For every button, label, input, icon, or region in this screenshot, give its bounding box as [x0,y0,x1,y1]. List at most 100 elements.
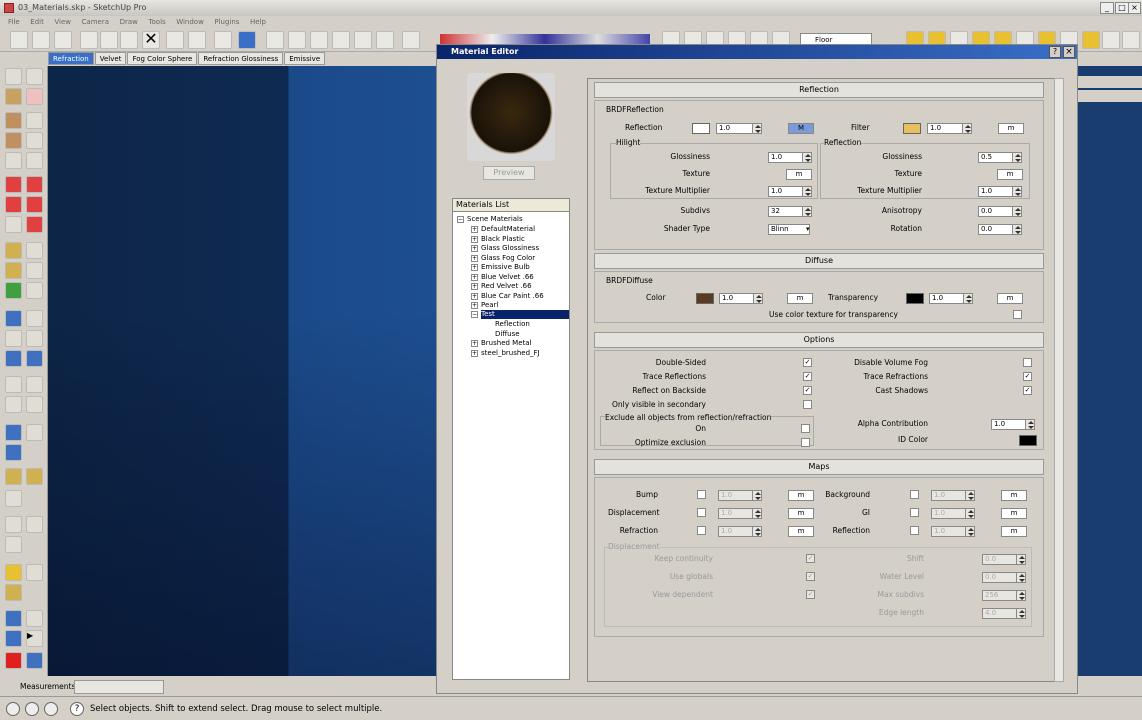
cut-icon[interactable] [80,31,98,49]
component-icon[interactable] [26,68,43,85]
redo-icon[interactable] [188,31,206,49]
look-around-icon[interactable] [26,376,43,393]
new-icon[interactable] [10,31,28,49]
model-info-icon[interactable] [238,31,256,49]
transparency-swatch[interactable] [906,293,924,304]
reflection-multiplier-input[interactable]: 1.0 [978,186,1016,197]
tree-item[interactable]: + Pearl [471,301,498,309]
gi-spinner[interactable] [965,508,975,519]
previous-view-icon[interactable] [5,350,22,367]
tree-item-selected[interactable]: − Test [471,310,495,318]
anisotropy-spinner[interactable] [1012,206,1022,217]
print-icon[interactable] [214,31,232,49]
rectangle-icon[interactable] [5,112,22,129]
menu-window[interactable]: Window [176,16,204,28]
subdivs-spinner[interactable] [802,206,812,217]
edge-length-input[interactable]: 4.0 [982,608,1020,619]
menu-file[interactable]: File [8,16,20,28]
tab-emissive[interactable]: Emissive [284,52,326,65]
help-icon[interactable]: ? [1049,46,1061,58]
left-view-icon[interactable] [376,31,394,49]
hilight-glossiness-input[interactable]: 1.0 [768,152,806,163]
color-input[interactable]: 1.0 [719,293,757,304]
walk-icon[interactable] [5,396,22,413]
erase-icon[interactable]: ✕ [142,31,160,49]
protractor-icon[interactable] [5,262,22,279]
polygon-icon[interactable] [5,152,22,169]
menu-tools[interactable]: Tools [148,16,165,28]
stamp-icon[interactable] [5,490,22,507]
geo-icon[interactable] [6,702,20,716]
shader-type-select[interactable]: Blinn [768,224,810,235]
tree-item[interactable]: + Blue Velvet .66 [471,273,534,281]
double-sided-checkbox[interactable]: ✓ [803,358,812,367]
tree-item[interactable]: + Blue Car Paint .66 [471,292,544,300]
reflection-multiplier-spinner[interactable] [1012,186,1022,197]
position-camera-icon[interactable] [5,376,22,393]
editor-close-icon[interactable]: × [1063,46,1075,58]
line-icon[interactable] [26,112,43,129]
color-map-button[interactable]: m [787,293,813,304]
scale-icon[interactable] [5,216,22,233]
max-subdivs-input[interactable]: 256 [982,590,1020,601]
arc-icon[interactable] [26,132,43,149]
reflection-glossiness-spinner[interactable] [1012,152,1022,163]
reflection-glossiness-input[interactable]: 0.5 [978,152,1016,163]
push-pull-icon[interactable] [26,176,43,193]
xy-icon[interactable] [26,610,43,627]
sandbox-scratch-icon[interactable] [26,468,43,485]
transparency-spinner[interactable] [963,293,973,304]
orbit-icon[interactable] [5,310,22,327]
tab-fog-color-sphere[interactable]: Fog Color Sphere [127,52,198,65]
offset-icon[interactable] [26,216,43,233]
use-globals-checkbox[interactable]: ✓ [806,572,815,581]
drawing-viewport[interactable] [48,66,436,676]
transparency-map-button[interactable]: m [997,293,1023,304]
pan-icon[interactable] [26,310,43,327]
water-level-spinner[interactable] [1016,572,1026,583]
hilight-multiplier-input[interactable]: 1.0 [768,186,806,197]
preview-button[interactable]: Preview [483,166,535,180]
background-map-button[interactable]: m [1001,490,1027,501]
tree-item[interactable]: + Glass Fog Color [471,254,535,262]
toggle-terrain-icon[interactable] [26,424,43,441]
eraser-icon[interactable] [26,88,43,105]
reflection-spinner[interactable] [752,123,762,134]
displacement-spinner[interactable] [752,508,762,519]
alpha-contribution-spinner[interactable] [1025,419,1035,430]
save-icon[interactable] [54,31,72,49]
hilight-texture-map-button[interactable]: m [786,169,812,180]
tree-item[interactable]: + steel_brushed_FJ [471,349,540,357]
water-level-input[interactable]: 0.0 [982,572,1020,583]
gi-checkbox[interactable] [910,508,919,517]
filter-color-swatch[interactable] [903,123,921,134]
filter-input[interactable]: 1.0 [927,123,965,134]
menu-draw[interactable]: Draw [120,16,138,28]
play-icon[interactable]: ▶ [26,630,43,647]
maps-section-header[interactable]: Maps [594,459,1044,475]
bump-spinner[interactable] [752,490,762,501]
drape-icon[interactable] [5,516,22,533]
tree-root[interactable]: − Scene Materials [457,215,523,223]
menu-plugins[interactable]: Plugins [214,16,239,28]
select-icon[interactable] [5,68,22,85]
hilight-glossiness-spinner[interactable] [802,152,812,163]
diffuse-section-header[interactable]: Diffuse [594,253,1044,269]
tree-item[interactable]: + Glass Glossiness [471,244,539,252]
reflection-map-spinner[interactable] [965,526,975,537]
tape-measure-icon[interactable] [5,242,22,259]
vray-dome-icon[interactable] [1102,31,1120,49]
outliner-icon[interactable] [26,564,43,581]
zoom-icon[interactable] [5,330,22,347]
circle-icon[interactable] [5,132,22,149]
menu-edit[interactable]: Edit [30,16,44,28]
alpha-contribution-input[interactable]: 1.0 [991,419,1029,430]
shadow-icon[interactable] [402,31,420,49]
tree-item[interactable]: + Emissive Bulb [471,263,530,271]
reflection-texture-map-button[interactable]: m [997,169,1023,180]
refraction-checkbox[interactable] [697,526,706,535]
edge-length-spinner[interactable] [1016,608,1026,619]
measurements-input[interactable] [74,680,164,694]
freehand-icon[interactable] [26,152,43,169]
geo-location-icon[interactable] [5,424,22,441]
